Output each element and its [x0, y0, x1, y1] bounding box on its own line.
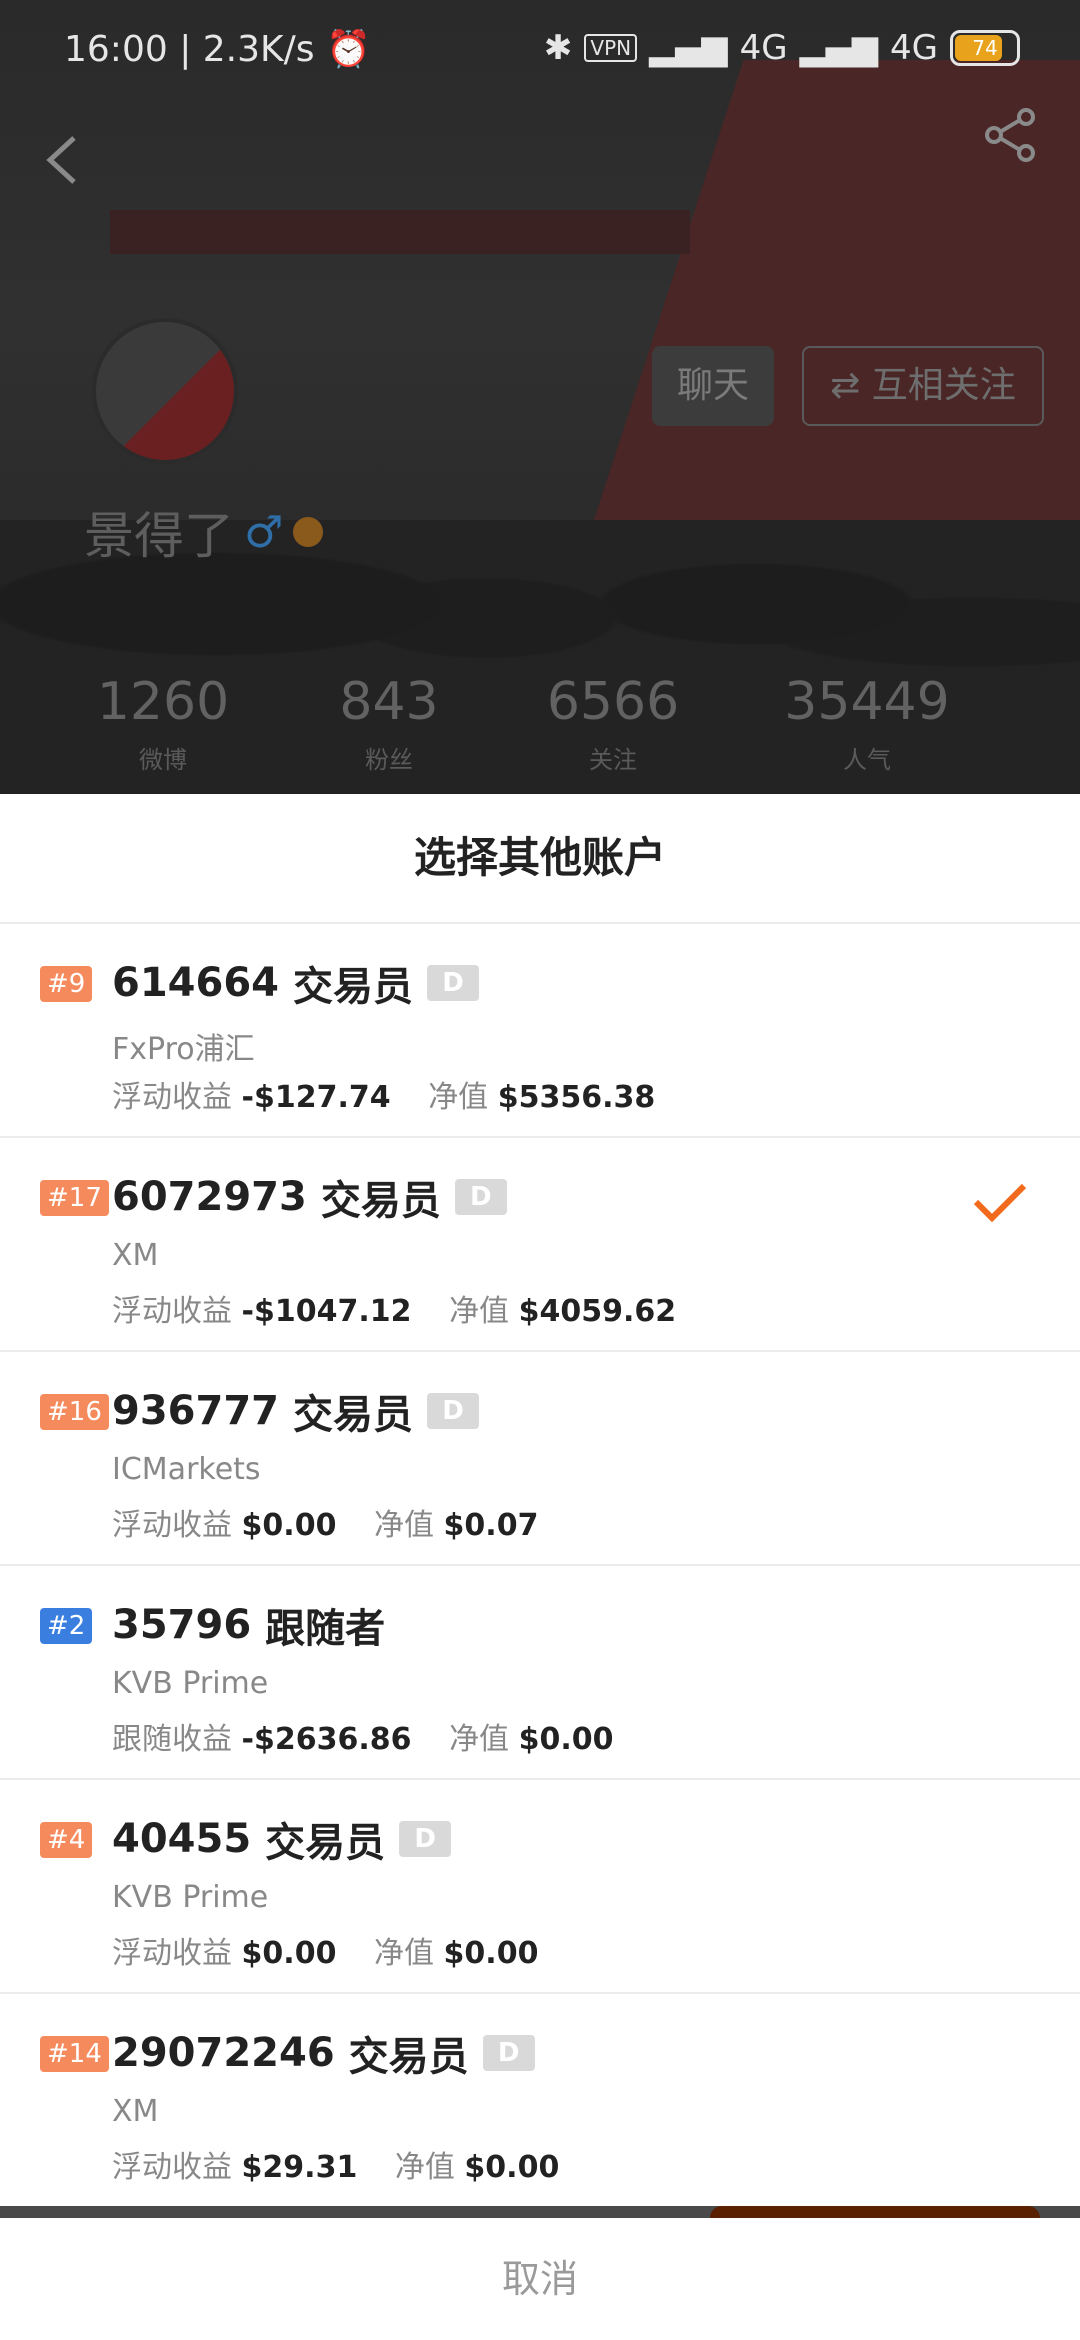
- user-name: 景得了: [84, 507, 234, 565]
- checkmark-icon: [973, 1183, 1027, 1223]
- rank-badge: #17: [40, 1180, 109, 1216]
- cover-banner: [110, 210, 690, 254]
- stat-following[interactable]: 6566 关注: [518, 672, 708, 775]
- d-badge: D: [427, 1393, 479, 1429]
- profit-value: -$1047.12: [241, 1294, 412, 1329]
- account-metrics: 浮动收益 $0.00 净值 $0.07: [112, 1508, 539, 1543]
- male-icon: ♂: [244, 506, 284, 558]
- account-metrics: 浮动收益 $0.00 净值 $0.00: [112, 1936, 539, 1971]
- rank-badge: #9: [40, 966, 93, 1002]
- d-badge: D: [454, 1179, 507, 1215]
- account-metrics: 跟随收益 -$2636.86 净值 $0.00: [112, 1722, 614, 1757]
- account-id: 35796: [112, 1602, 252, 1648]
- broker-name: KVB Prime: [112, 1666, 269, 1701]
- network-label-2: 4G: [890, 28, 938, 68]
- profile-header: 16:00 | 2.3K/s ⏰ ✱ VPN ▂▄▆ 4G ▂▄▆ 4G 74 …: [0, 0, 1080, 800]
- profit-value: -$127.74: [241, 1080, 391, 1115]
- profit-value: $29.31: [241, 2150, 358, 2185]
- broker-name: FxPro浦汇: [112, 1032, 255, 1067]
- profit-value: -$2636.86: [241, 1722, 412, 1757]
- alarm-icon: ⏰: [325, 29, 371, 70]
- share-icon[interactable]: [980, 105, 1040, 165]
- back-arrow-icon[interactable]: [36, 130, 96, 190]
- account-id: 29072246: [112, 2030, 335, 2076]
- account-id: 40455: [112, 1816, 252, 1862]
- equity-value: $4059.62: [518, 1294, 677, 1329]
- rank-badge: #2: [40, 1608, 93, 1644]
- account-id: 936777: [112, 1388, 279, 1434]
- equity-value: $0.07: [443, 1508, 539, 1543]
- equity-value: $5356.38: [497, 1080, 656, 1115]
- account-item[interactable]: #16 936777 交易员 D ICMarkets 浮动收益 $0.00 净值…: [0, 1352, 1080, 1566]
- account-role: 交易员: [265, 1820, 386, 1866]
- profit-value: $0.00: [241, 1508, 337, 1543]
- account-id: 6072973: [112, 1174, 307, 1220]
- account-item[interactable]: #2 35796 跟随者 KVB Prime 跟随收益 -$2636.86 净值…: [0, 1566, 1080, 1780]
- d-badge: D: [482, 2035, 535, 2071]
- rank-badge: #16: [40, 1394, 109, 1430]
- cancel-button[interactable]: 取消: [0, 2218, 1080, 2340]
- account-item-selected[interactable]: #17 6072973 交易员 D XM 浮动收益 -$1047.12 净值 $…: [0, 1138, 1080, 1352]
- account-metrics: 浮动收益 -$127.74 净值 $5356.38: [112, 1080, 656, 1115]
- account-metrics: 浮动收益 -$1047.12 净值 $4059.62: [112, 1294, 677, 1329]
- equity-value: $0.00: [464, 2150, 560, 2185]
- profile-stats: 1260 微博 843 粉丝 6566 关注 35449 人气: [0, 672, 1080, 792]
- account-item[interactable]: #4 40455 交易员 D KVB Prime 浮动收益 $0.00 净值 $…: [0, 1780, 1080, 1994]
- account-item[interactable]: #14 29072246 交易员 D XM 浮动收益 $29.31 净值 $0.…: [0, 1994, 1080, 2206]
- chat-button[interactable]: 聊天: [652, 346, 774, 426]
- vpn-icon: VPN: [584, 34, 638, 62]
- signal-icon: ▂▄▆: [649, 28, 728, 68]
- user-name-row: 景得了 ♂: [84, 496, 324, 568]
- stat-fans[interactable]: 843 粉丝: [294, 672, 484, 775]
- avatar[interactable]: [92, 318, 238, 464]
- account-role: 交易员: [293, 964, 413, 1010]
- mutual-follow-button[interactable]: ⇄ 互相关注: [802, 346, 1044, 426]
- account-item[interactable]: #9 614664 交易员 D FxPro浦汇 浮动收益 -$127.74 净值…: [0, 924, 1080, 1138]
- account-id: 614664: [112, 960, 279, 1006]
- signal-icon: ▂▄▆: [799, 28, 879, 68]
- d-badge: D: [399, 1821, 452, 1857]
- swap-icon: ⇄: [830, 365, 872, 406]
- stat-weibo[interactable]: 1260 微博: [68, 672, 258, 775]
- sheet-title: 选择其他账户: [0, 794, 1080, 924]
- account-metrics: 浮动收益 $29.31 净值 $0.00: [112, 2150, 560, 2185]
- status-bar: 16:00 | 2.3K/s ⏰ ✱ VPN ▂▄▆ 4G ▂▄▆ 4G 74: [0, 0, 1080, 100]
- battery-icon: 74: [950, 30, 1020, 66]
- bluetooth-icon: ✱: [543, 28, 573, 68]
- status-time: 16:00: [64, 29, 168, 70]
- rank-badge: #4: [40, 1822, 93, 1858]
- d-badge: D: [427, 965, 479, 1001]
- broker-name: XM: [112, 1238, 159, 1273]
- stat-popularity[interactable]: 35449 人气: [762, 672, 972, 775]
- profit-value: $0.00: [241, 1936, 337, 1971]
- equity-value: $0.00: [443, 1936, 539, 1971]
- verified-badge-icon: [293, 517, 324, 547]
- account-role: 跟随者: [265, 1606, 386, 1652]
- rank-badge: #14: [40, 2036, 109, 2072]
- equity-value: $0.00: [518, 1722, 614, 1757]
- account-role: 交易员: [293, 1392, 413, 1438]
- broker-name: XM: [112, 2094, 159, 2129]
- network-label-1: 4G: [739, 28, 788, 68]
- sheet-divider: [0, 2206, 1080, 2218]
- account-select-sheet: 选择其他账户 #9 614664 交易员 D FxPro浦汇 浮动收益 -$12…: [0, 794, 1080, 2206]
- account-role: 交易员: [348, 2034, 469, 2080]
- broker-name: KVB Prime: [112, 1880, 269, 1915]
- account-role: 交易员: [320, 1178, 441, 1224]
- broker-name: ICMarkets: [112, 1452, 261, 1487]
- status-speed: 2.3K/s: [202, 29, 315, 70]
